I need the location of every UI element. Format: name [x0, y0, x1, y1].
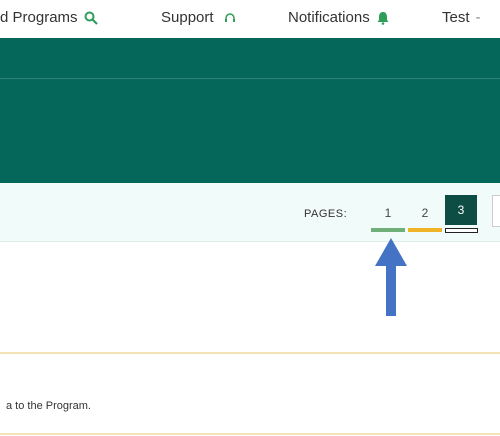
page-1-indicator — [371, 228, 405, 232]
program-note-text: a to the Program. — [6, 400, 91, 412]
page-2-indicator — [408, 228, 442, 232]
nav-support-link[interactable]: Support — [161, 9, 236, 26]
nav-user-suffix: - — [475, 9, 481, 26]
nav-user-label: Test — [442, 9, 470, 26]
nav-programs-link[interactable]: d Programs — [0, 9, 98, 26]
page-jump-input[interactable] — [492, 195, 500, 227]
nav-notifications-label: Notifications — [288, 9, 370, 26]
nav-programs-label: d Programs — [0, 9, 78, 26]
nav-notifications-link[interactable]: Notifications — [288, 9, 390, 26]
pages-label: PAGES: — [304, 208, 348, 220]
annotation-arrow-up-icon — [375, 238, 407, 316]
page-3-label: 3 — [457, 203, 465, 217]
page-2-link[interactable]: 2 — [407, 206, 443, 220]
content-divider-bottom — [0, 433, 500, 435]
headset-icon — [224, 12, 235, 22]
header-divider — [0, 78, 500, 79]
nav-user-menu[interactable]: Test - — [442, 9, 481, 26]
nav-support-label: Support — [161, 9, 214, 26]
page-3-current[interactable]: 3 — [445, 195, 477, 225]
page-3-indicator — [445, 228, 478, 233]
content-divider-top — [0, 352, 500, 354]
page-1-link[interactable]: 1 — [370, 206, 406, 220]
top-navigation: d Programs Support Notifications Test - — [0, 0, 500, 38]
page-header-banner — [0, 38, 500, 183]
search-icon — [84, 11, 98, 25]
bell-icon — [377, 11, 389, 25]
